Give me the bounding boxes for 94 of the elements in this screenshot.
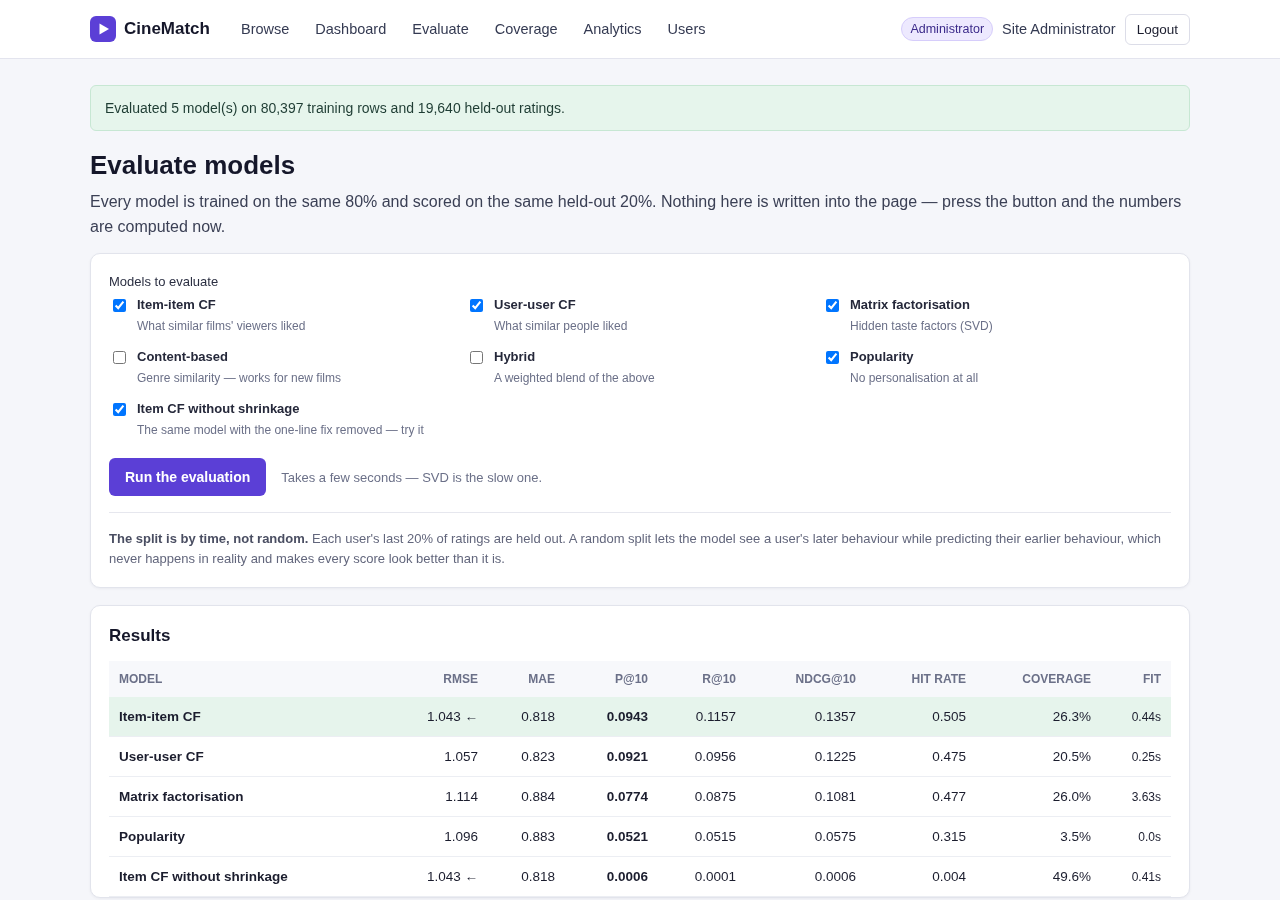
table-cell: 0.0575: [746, 816, 866, 857]
table-cell: 26.3%: [976, 697, 1101, 737]
model-name[interactable]: Item CF without shrinkage: [137, 401, 424, 416]
checkbox[interactable]: [826, 351, 839, 364]
column-header: RMSE: [389, 661, 488, 697]
table-cell: 0.0006: [565, 856, 658, 897]
model-name[interactable]: Hybrid: [494, 349, 655, 364]
intro-text: Every model is trained on the same 80% and scored on the same held-out 20%. Nothing here is written into the page — press the button and the numbers are computed now.: [90, 192, 1183, 237]
model-description: What similar films' viewers liked: [137, 319, 306, 333]
table-cell: 0.1357: [746, 697, 866, 737]
table-cell: 1.096: [389, 816, 488, 857]
table-cell: 0.1081: [746, 776, 866, 817]
table-cell: 0.505: [866, 697, 976, 737]
table-cell: 0.1225: [746, 736, 866, 777]
nav-link[interactable]: Evaluate: [412, 21, 469, 37]
table-cell: 0.1157: [658, 697, 746, 737]
table-cell: 1.057: [389, 736, 488, 777]
split-note: The split is by time, not random. Each user's last 20% of ratings are held out. A random split lets the model see a user's later behaviour while predicting their earlier behaviour, which never happens in reality and makes every score look better than it is.: [109, 530, 1162, 568]
table-cell: Item-item CF: [109, 697, 389, 737]
table-cell: 0.823: [488, 736, 565, 777]
column-header: FIT: [1101, 661, 1171, 697]
table-cell: 3.63s: [1101, 776, 1171, 817]
table-cell: 0.818: [488, 697, 565, 737]
checkbox[interactable]: [113, 351, 126, 364]
table-cell: 0.315: [866, 816, 976, 857]
table-cell: 0.41s: [1101, 856, 1171, 897]
column-header: NDCG@10: [746, 661, 866, 697]
table-cell: 0.0001: [658, 856, 746, 897]
table-cell: 0.0521: [565, 816, 658, 857]
role-badge: Administrator: [901, 17, 994, 41]
model-description: Hidden taste factors (SVD): [850, 319, 993, 333]
table-cell: 0.0921: [565, 736, 658, 777]
column-header: MODEL: [109, 661, 389, 697]
run-button[interactable]: Run the evaluation: [109, 458, 267, 496]
table-cell: 0.0943: [565, 697, 658, 737]
nav-link[interactable]: Dashboard: [315, 21, 387, 37]
table-cell: 0.0774: [565, 776, 658, 817]
checkbox[interactable]: [113, 403, 126, 416]
column-header: R@10: [658, 661, 746, 697]
table-cell: 0.477: [866, 776, 976, 817]
table-cell: Popularity: [109, 816, 389, 857]
table-cell: 1.114: [389, 776, 488, 817]
model-name[interactable]: User-user CF: [494, 297, 628, 312]
model-description: The same model with the one-line fix removed — try it: [137, 423, 424, 437]
checkbox[interactable]: [470, 351, 483, 364]
checkbox[interactable]: [470, 299, 483, 312]
logout-button[interactable]: Logout: [1124, 13, 1190, 45]
checkbox[interactable]: [826, 299, 839, 312]
page-title: Evaluate models: [90, 150, 297, 181]
nav-link[interactable]: Browse: [240, 21, 290, 37]
table-cell: 0.0956: [658, 736, 746, 777]
table-cell: 0.0006: [746, 856, 866, 897]
table-cell: 0.0875: [658, 776, 746, 817]
table-cell: 0.25s: [1101, 736, 1171, 777]
model-name[interactable]: Item-item CF: [137, 297, 306, 312]
table-cell: 0.475: [866, 736, 976, 777]
nav-link[interactable]: Users: [667, 21, 706, 37]
column-header: MAE: [488, 661, 565, 697]
model-description: A weighted blend of the above: [494, 371, 655, 385]
run-hint: Takes a few seconds — SVD is the slow one.: [281, 469, 543, 485]
success-alert: Evaluated 5 model(s) on 80,397 training rows and 19,640 held-out ratings.: [90, 85, 1190, 131]
table-cell: 1.043 ←: [389, 697, 488, 737]
model-description: What similar people liked: [494, 319, 628, 333]
table-cell: 0.818: [488, 856, 565, 897]
play-logo-icon: [90, 16, 116, 42]
table-cell: 0.0s: [1101, 816, 1171, 857]
user-name: Site Administrator: [1002, 21, 1116, 37]
model-description: No personalisation at all: [850, 371, 979, 385]
table-cell: 0.0515: [658, 816, 746, 857]
table-cell: Item CF without shrinkage: [109, 856, 389, 897]
model-description: Genre similarity — works for new films: [137, 371, 342, 385]
model-name[interactable]: Popularity: [850, 349, 979, 364]
table-cell: 0.004: [866, 856, 976, 897]
nav-link[interactable]: Coverage: [494, 21, 558, 37]
results-title: Results: [109, 626, 172, 646]
table-cell: 0.883: [488, 816, 565, 857]
table-cell: 49.6%: [976, 856, 1101, 897]
brand-name[interactable]: CineMatch: [124, 19, 210, 39]
table-cell: 20.5%: [976, 736, 1101, 777]
column-header: HIT RATE: [866, 661, 976, 697]
table-cell: 3.5%: [976, 816, 1101, 857]
checkbox[interactable]: [113, 299, 126, 312]
table-cell: Matrix factorisation: [109, 776, 389, 817]
model-name[interactable]: Matrix factorisation: [850, 297, 993, 312]
nav-link[interactable]: Analytics: [583, 21, 642, 37]
table-cell: 0.884: [488, 776, 565, 817]
table-cell: 26.0%: [976, 776, 1101, 817]
section-label: Models to evaluate: [109, 274, 220, 289]
table-cell: 1.043 ←: [389, 856, 488, 897]
table-cell: User-user CF: [109, 736, 389, 777]
column-header: P@10: [565, 661, 658, 697]
column-header: COVERAGE: [976, 661, 1101, 697]
model-name[interactable]: Content-based: [137, 349, 342, 364]
table-cell: 0.44s: [1101, 697, 1171, 737]
